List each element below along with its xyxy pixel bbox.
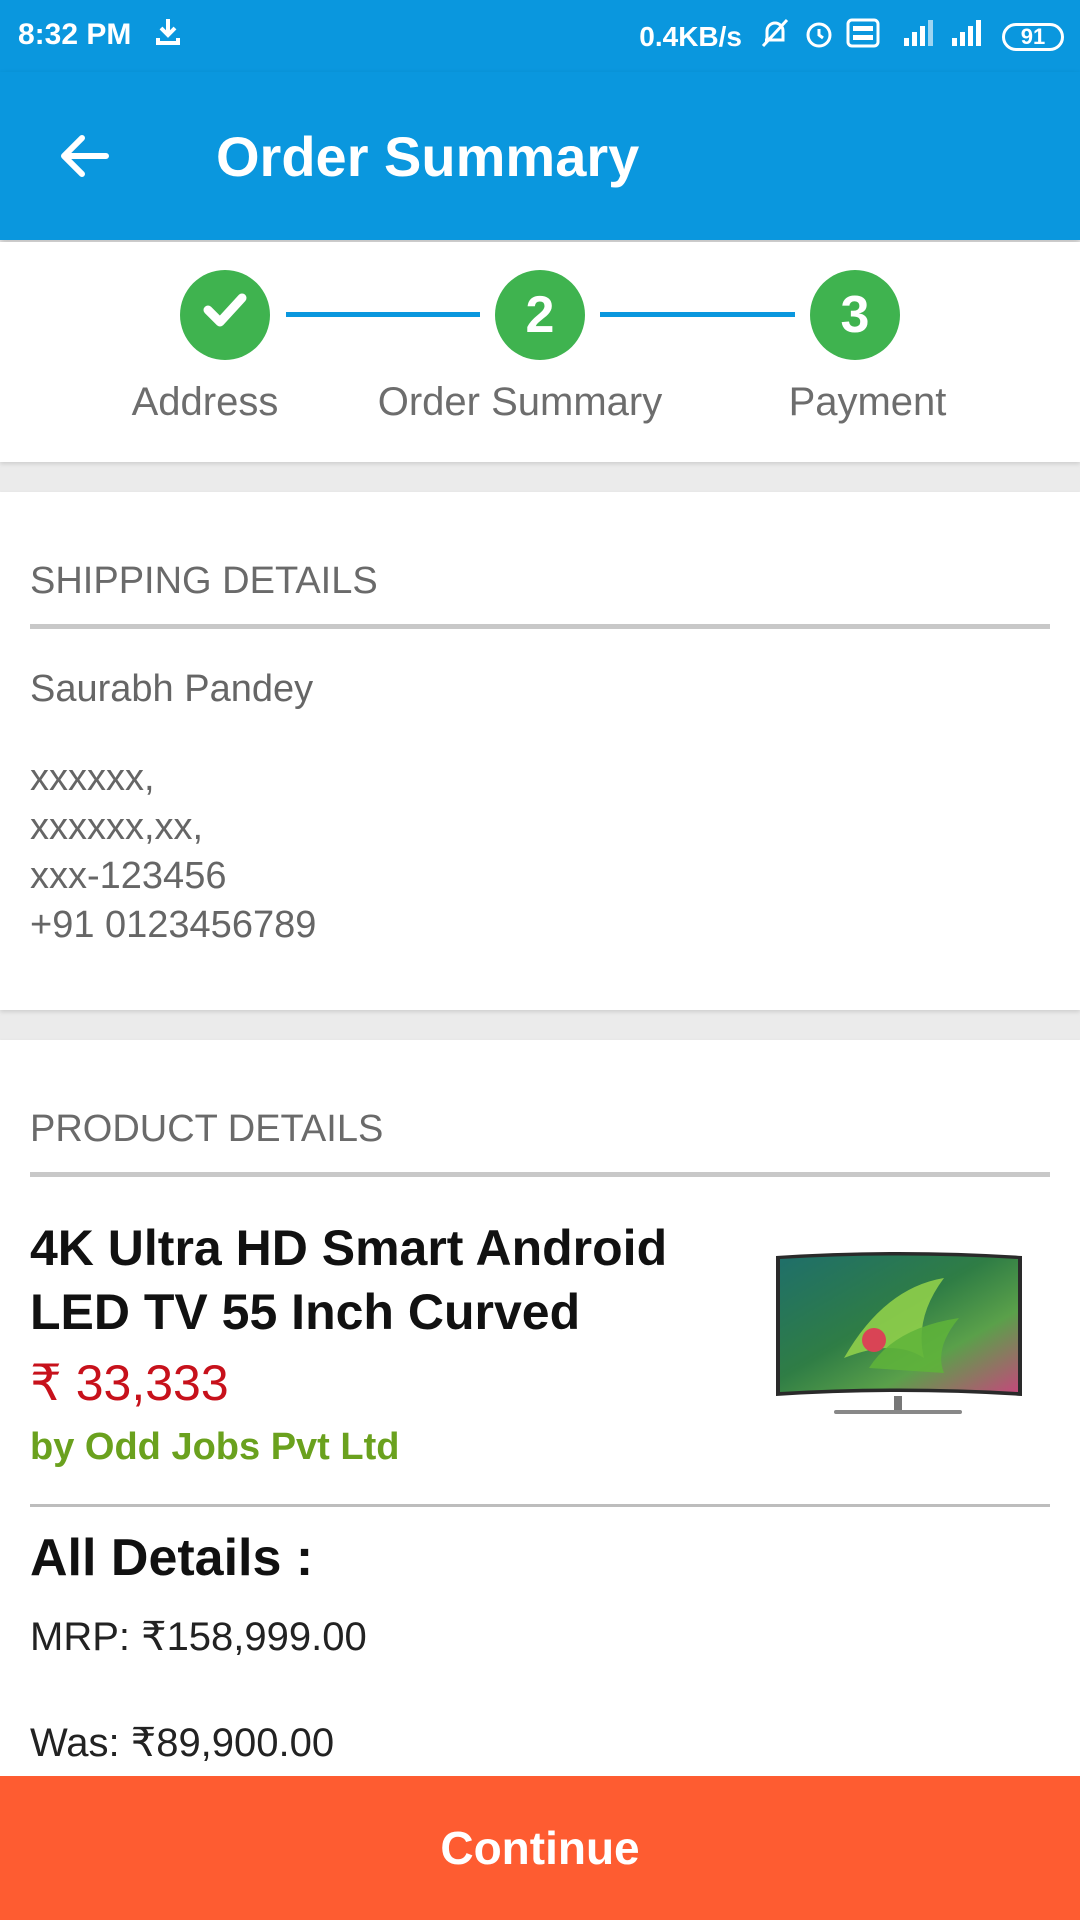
- address-line: xxxxxx,: [30, 757, 155, 799]
- signal-4g-icon: [890, 18, 938, 56]
- step-label-payment: Payment: [788, 380, 947, 424]
- battery-icon: 91: [1002, 23, 1064, 51]
- signal-icon: [948, 18, 992, 56]
- download-icon: [153, 16, 183, 54]
- back-button[interactable]: [48, 122, 120, 194]
- step-label-address: Address: [131, 380, 279, 424]
- app-bar: Order Summary: [0, 72, 1080, 240]
- details-divider: [30, 1504, 1050, 1507]
- shipping-section-title: SHIPPING DETAILS: [30, 560, 378, 602]
- product-mrp: MRP: ₹158,999.00: [30, 1615, 367, 1659]
- volte-icon: [846, 18, 880, 56]
- product-was-price: Was: ₹89,900.00: [30, 1721, 335, 1765]
- status-bar-right: 0.4KB/s 91: [639, 16, 1064, 58]
- status-time: 8:32 PM: [18, 18, 132, 51]
- status-bar-left: 8:32 PM: [18, 16, 183, 54]
- page-title: Order Summary: [216, 125, 640, 188]
- mute-icon: [758, 16, 792, 58]
- step-marker-2: 2: [495, 270, 585, 360]
- continue-button[interactable]: Continue: [0, 1776, 1080, 1920]
- shipping-address: xxxxxx, xxxxxx,xx, xxx-123456 +91 012345…: [30, 754, 316, 950]
- product-name[interactable]: 4K Ultra HD Smart Android LED TV 55 Inch…: [30, 1216, 690, 1344]
- product-price: ₹ 33,333: [30, 1355, 229, 1411]
- status-bar: 8:32 PM 0.4KB/s 91: [0, 0, 1080, 72]
- product-seller: by Odd Jobs Pvt Ltd: [30, 1426, 400, 1468]
- step-address-check: [180, 270, 270, 360]
- address-line: xxxxxx,xx,: [30, 806, 204, 848]
- product-divider: [30, 1172, 1050, 1177]
- shipping-divider: [30, 624, 1050, 629]
- arrow-left-icon: [56, 128, 112, 189]
- check-icon: [198, 282, 252, 349]
- address-line: xxx-123456: [30, 855, 227, 897]
- shipping-name: Saurabh Pandey: [30, 668, 314, 710]
- curved-tv-image[interactable]: [774, 1248, 1024, 1420]
- step-connector-2: [600, 312, 795, 317]
- step-connector-1: [286, 312, 480, 317]
- step-marker-3: 3: [810, 270, 900, 360]
- all-details-heading: All Details :: [30, 1529, 314, 1587]
- step-label-order-summary: Order Summary: [377, 380, 663, 424]
- network-speed: 0.4KB/s: [639, 21, 742, 52]
- alarm-icon: [802, 16, 836, 58]
- product-section-title: PRODUCT DETAILS: [30, 1108, 384, 1150]
- phone-line: +91 0123456789: [30, 904, 317, 946]
